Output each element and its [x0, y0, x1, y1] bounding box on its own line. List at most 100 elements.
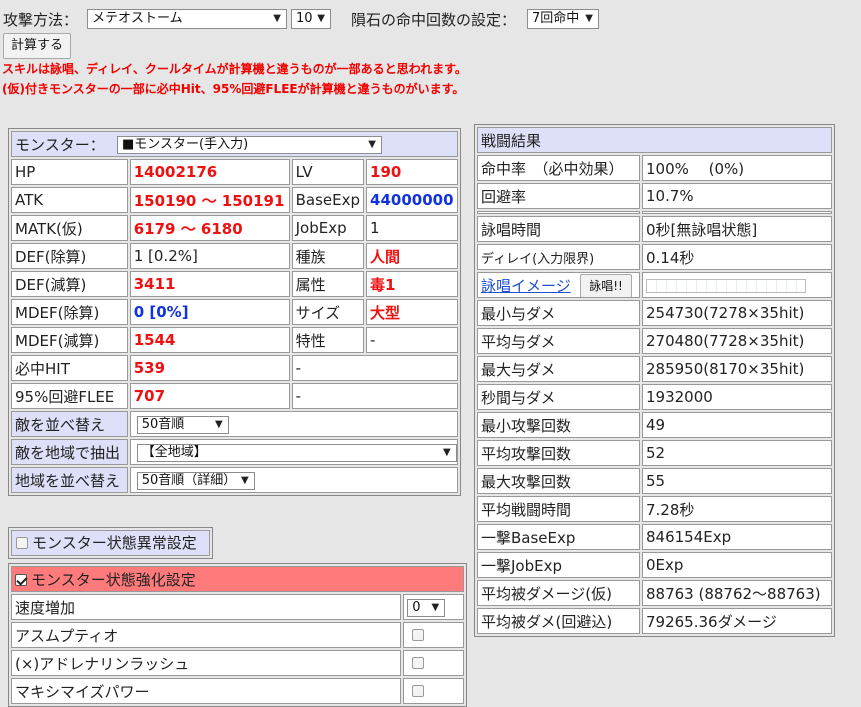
speed-up-select[interactable]: 0 ▼: [407, 599, 446, 617]
monster-sort-row: 敵を並べ替え 50音順 ▼: [11, 411, 458, 437]
stat-label: MDEF(減算): [11, 327, 128, 353]
result-row: 平均与ダメ 270480(7728×35hit): [477, 328, 832, 354]
sort-cell: 50音順 ▼: [129, 411, 458, 437]
chevron-down-icon: ▼: [443, 447, 451, 458]
separator-cell: [642, 211, 832, 214]
region-cell: 【全地域】 ▼: [129, 439, 458, 465]
result-row: 最小与ダメ 254730(7278×35hit): [477, 300, 832, 326]
result-label: ディレイ(入力限界): [477, 244, 640, 270]
result-value: 0秒[無詠唱状態]: [642, 216, 832, 242]
stat-label: HP: [11, 159, 128, 185]
monster-row-hp: HP 14002176 LV 190: [11, 159, 458, 185]
stat-value: 1: [366, 215, 458, 241]
stat-label: MATK(仮): [11, 215, 128, 241]
warning-monster: (仮)付きモンスターの一部に必中Hit、95%回避FLEEが計算機と違うものがい…: [2, 82, 465, 96]
result-row: ディレイ(入力限界) 0.14秒: [477, 244, 832, 270]
buff-label: 速度増加: [11, 594, 402, 620]
skill-level-value: 10: [296, 11, 313, 26]
chevron-down-icon: ▼: [273, 13, 281, 24]
result-label: 一撃JobExp: [477, 552, 640, 578]
checkbox-icon[interactable]: [412, 685, 425, 697]
cast-image-link[interactable]: 詠唱イメージ: [481, 277, 571, 295]
monster-select[interactable]: ■モンスター(手入力) ▼: [117, 136, 382, 154]
buff-control: [403, 678, 464, 704]
warning-skill: スキルは詠唱、ディレイ、クールタイムが計算機と違うものが一部あると思われます。: [2, 62, 467, 76]
stat-label: LV: [291, 159, 365, 185]
stat-label: ATK: [11, 187, 128, 213]
battle-title: 戦闘結果: [477, 127, 832, 153]
status-abnormal-box: モンスター状態異常設定: [8, 527, 213, 559]
monster-select-row: モンスター： ■モンスター(手入力) ▼: [11, 131, 458, 157]
region-sort-select[interactable]: 50音順（詳細） ▼: [136, 472, 255, 490]
result-value: 285950(8170×35hit): [642, 356, 832, 382]
monster-region-row: 敵を地域で抽出 【全地域】 ▼: [11, 439, 458, 465]
calculate-button[interactable]: 計算する: [3, 33, 71, 59]
status-buff-label: モンスター状態強化設定: [31, 570, 196, 589]
result-value: 79265.36ダメージ: [642, 608, 832, 634]
status-buff-toggle[interactable]: モンスター状態強化設定: [11, 566, 464, 592]
monster-table: モンスター： ■モンスター(手入力) ▼ HP 14002176 LV 190 A…: [8, 128, 461, 496]
attack-method-label: 攻撃方法：: [3, 11, 79, 29]
meteor-hit-value: 7回命中: [532, 11, 580, 26]
checkbox-icon[interactable]: [412, 629, 425, 641]
result-value: 55: [642, 468, 832, 494]
stat-label: 95%回避FLEE: [11, 383, 128, 409]
buff-label: (×)アドレナリンラッシュ: [11, 650, 402, 676]
result-label: 平均攻撃回数: [477, 440, 640, 466]
result-row: 回避率 10.7%: [477, 183, 832, 209]
stat-label: 属性: [291, 271, 365, 297]
result-value: 0.14秒: [642, 244, 832, 270]
result-value: 0Exp: [642, 552, 832, 578]
result-row: 最小攻撃回数 49: [477, 412, 832, 438]
cast-progress-bar: [646, 278, 806, 293]
buff-label: マキシマイズパワー: [11, 678, 402, 704]
chevron-down-icon: ▼: [215, 419, 223, 430]
cast-button[interactable]: 詠唱!!: [580, 274, 632, 297]
buff-row: アスムプティオ: [11, 622, 464, 648]
result-label: 平均被ダメ(回避込): [477, 608, 640, 634]
monster-sort-select[interactable]: 50音順 ▼: [136, 416, 229, 434]
result-label: 最小与ダメ: [477, 300, 640, 326]
result-label: 平均与ダメ: [477, 328, 640, 354]
result-value: 7.28秒: [642, 496, 832, 522]
result-label: 詠唱時間: [477, 216, 640, 242]
meteor-hit-label: 隕石の命中回数の設定：: [351, 11, 517, 29]
speed-up-value: 0: [412, 600, 421, 615]
stat-value: 大型: [366, 299, 458, 325]
cast-progress-cell: [642, 272, 832, 298]
skill-level-select[interactable]: 10 ▼: [291, 9, 331, 29]
chevron-down-icon: ▼: [241, 475, 249, 486]
attack-method-select[interactable]: メテオストーム ▼: [87, 9, 287, 29]
buff-row: 速度増加 0 ▼: [11, 594, 464, 620]
status-abnormal-label: モンスター状態異常設定: [32, 534, 197, 552]
stat-value: 707: [129, 383, 290, 409]
monster-label: モンスター：: [15, 135, 105, 154]
buff-control: [403, 650, 464, 676]
buff-control: 0 ▼: [403, 594, 464, 620]
meteor-hit-select[interactable]: 7回命中 ▼: [527, 9, 599, 29]
stat-label: BaseExp: [291, 187, 365, 213]
result-value: 270480(7728×35hit): [642, 328, 832, 354]
stat-value: 毒1: [366, 271, 458, 297]
stat-label: MDEF(除算): [11, 299, 128, 325]
stat-value: 人間: [366, 243, 458, 269]
result-value: 100% (0%): [642, 155, 832, 181]
monster-region-select[interactable]: 【全地域】 ▼: [136, 444, 457, 462]
checkbox-checked-icon[interactable]: [15, 573, 27, 586]
monster-row-matk: MATK(仮) 6179 ～ 6180 JobExp 1: [11, 215, 458, 241]
monster-region-sort-row: 地域を並べ替え 50音順（詳細） ▼: [11, 467, 458, 493]
checkbox-icon[interactable]: [412, 657, 425, 669]
stat-value: 190: [366, 159, 458, 185]
result-value: 1932000: [642, 384, 832, 410]
buff-label: アスムプティオ: [11, 622, 402, 648]
result-row: 平均戦闘時間 7.28秒: [477, 496, 832, 522]
stat-value: 0 [0%]: [129, 299, 290, 325]
monster-select-value: ■モンスター(手入力): [122, 137, 249, 152]
stat-value: -: [366, 327, 458, 353]
result-label: 平均被ダメージ(仮): [477, 580, 640, 606]
status-abnormal-toggle[interactable]: モンスター状態異常設定: [11, 530, 210, 556]
result-value: 254730(7278×35hit): [642, 300, 832, 326]
monster-row-mdef-sub: MDEF(減算) 1544 特性 -: [11, 327, 458, 353]
checkbox-icon[interactable]: [16, 537, 28, 549]
battle-result-table: 戦闘結果 命中率 （必中効果） 100% (0%) 回避率 10.7% 詠唱時間…: [474, 124, 835, 637]
